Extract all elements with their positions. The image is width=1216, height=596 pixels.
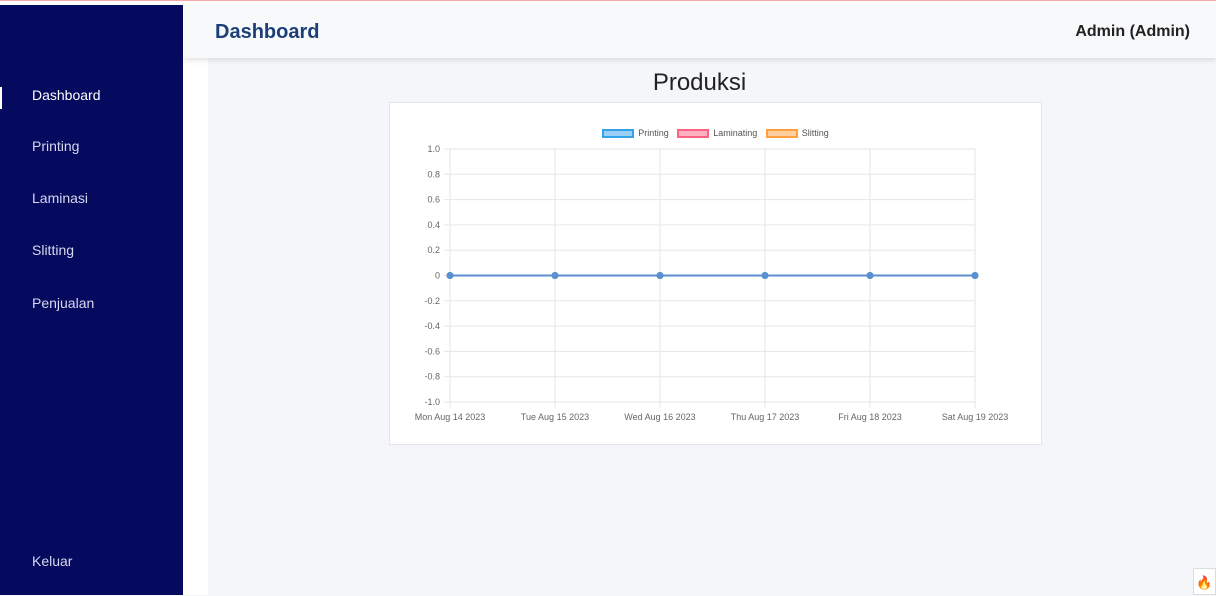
sidebar-item-printing[interactable]: Printing <box>32 138 79 154</box>
y-tick-label: -0.6 <box>424 346 440 356</box>
sidebar-item-laminasi[interactable]: Laminasi <box>32 190 88 206</box>
x-tick-label: Wed Aug 16 2023 <box>624 412 695 422</box>
data-point-overlay <box>762 272 768 279</box>
top-header: Dashboard Admin (Admin) <box>183 5 1216 58</box>
y-tick-label: -1.0 <box>424 397 440 407</box>
x-tick-label: Sat Aug 19 2023 <box>942 412 1009 422</box>
chart-title: Produksi <box>652 69 747 96</box>
sidebar-item-slitting[interactable]: Slitting <box>32 242 74 258</box>
y-tick-label: -0.2 <box>424 296 440 306</box>
x-tick-label: Mon Aug 14 2023 <box>415 412 486 422</box>
data-point-overlay <box>867 272 873 279</box>
y-tick-label: 1.0 <box>427 144 440 154</box>
data-point-overlay <box>972 272 978 279</box>
y-tick-label: 0.8 <box>427 169 440 179</box>
data-point-overlay <box>552 272 558 279</box>
y-tick-label: -0.4 <box>424 321 440 331</box>
y-tick-label: 0 <box>435 271 440 281</box>
page-title: Dashboard <box>215 21 320 43</box>
sidebar: Dashboard Printing Laminasi Slitting Pen… <box>0 5 183 595</box>
fire-icon[interactable]: 🔥 <box>1193 568 1216 595</box>
user-menu[interactable]: Admin (Admin) <box>1075 23 1190 41</box>
y-tick-label: 0.2 <box>427 245 440 255</box>
chart-card: Printing Laminating Slitting 1.0 0.8 0.6 0.… <box>389 102 1042 445</box>
active-indicator <box>0 87 2 109</box>
logout-link[interactable]: Keluar <box>32 553 72 569</box>
x-tick-label: Fri Aug 18 2023 <box>838 412 902 422</box>
line-chart: 1.0 0.8 0.6 0.4 0.2 0 -0.2 -0.4 -0.6 -0.8 -1.0 Mon … <box>415 144 1009 422</box>
data-point-overlay <box>657 272 663 279</box>
x-tick-label: Thu Aug 17 2023 <box>731 412 800 422</box>
data-point-overlay <box>447 272 453 279</box>
sidebar-item-penjualan[interactable]: Penjualan <box>32 295 94 311</box>
y-tick-label: -0.8 <box>424 372 440 382</box>
y-tick-label: 0.4 <box>427 220 440 230</box>
sidebar-item-dashboard[interactable]: Dashboard <box>32 87 101 103</box>
y-tick-label: 0.6 <box>427 195 440 205</box>
x-tick-label: Tue Aug 15 2023 <box>521 412 589 422</box>
